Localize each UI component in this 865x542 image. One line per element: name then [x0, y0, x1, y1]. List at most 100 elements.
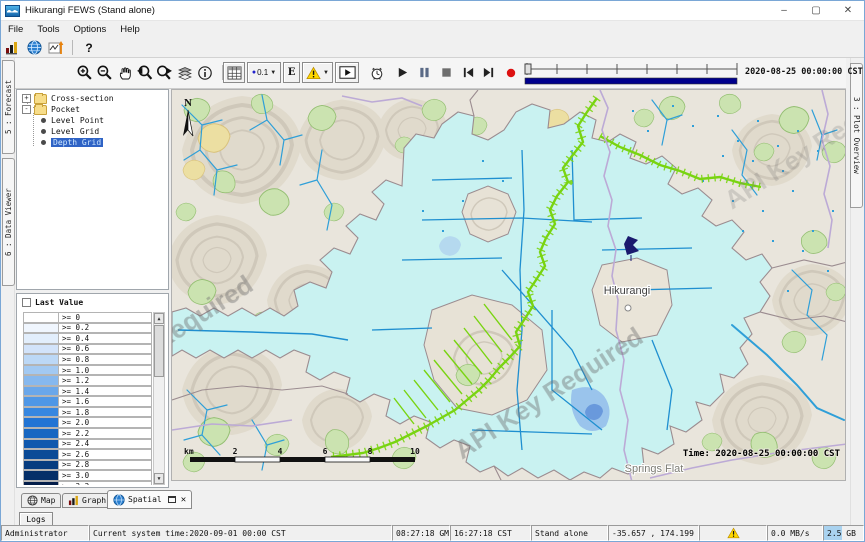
- legend-row[interactable]: >= 0.4: [23, 333, 152, 344]
- legend-color-swatch: [23, 481, 59, 485]
- main-toolbar: ?: [1, 38, 864, 58]
- legend-color-swatch: [23, 428, 59, 439]
- legend-color-swatch: [23, 354, 59, 365]
- status-gmt-time: 08:27:18 GMT: [392, 525, 450, 541]
- tree-node-label-selected: Depth Grid: [51, 138, 103, 147]
- layers-icon[interactable]: [175, 63, 194, 82]
- legend-color-swatch: [23, 470, 59, 481]
- info-icon[interactable]: [195, 63, 214, 82]
- svg-text:10: 10: [410, 447, 420, 456]
- database-status-icon[interactable]: [1, 39, 23, 57]
- scrollbar-thumb[interactable]: [154, 325, 164, 377]
- undock-icon[interactable]: [168, 496, 176, 503]
- legend-value: >= 1.8: [59, 407, 152, 418]
- legend-row[interactable]: >= 2.8: [23, 460, 152, 471]
- play-icon[interactable]: [393, 63, 412, 82]
- animation-clock-icon[interactable]: [367, 63, 386, 82]
- legend-row[interactable]: >= 2.4: [23, 439, 152, 450]
- legend-row[interactable]: >= 2.6: [23, 449, 152, 460]
- legend-color-swatch: [23, 386, 59, 397]
- legend-row[interactable]: >= 3.0: [23, 470, 152, 481]
- legend-scrollbar[interactable]: ▲ ▼: [153, 312, 165, 485]
- tab-spatial-active[interactable]: Spatial ✕: [107, 490, 192, 509]
- timeseries-chart-icon[interactable]: [45, 39, 67, 57]
- zoom-previous-icon[interactable]: [135, 63, 154, 82]
- tab-map-label: Map: [41, 496, 55, 505]
- maximize-button[interactable]: ▢: [800, 1, 832, 20]
- status-warning-cell[interactable]: [699, 525, 767, 541]
- legend-row[interactable]: >= 0: [23, 312, 152, 323]
- legend-value: >= 0: [59, 312, 152, 323]
- tree-node-level-grid[interactable]: Level Grid: [41, 126, 99, 137]
- legend-color-swatch: [23, 312, 59, 323]
- legend-color-swatch: [23, 375, 59, 386]
- time-slider[interactable]: [523, 60, 741, 92]
- legend-value: >= 0.4: [59, 333, 152, 344]
- map-display-icon[interactable]: [23, 39, 45, 57]
- status-memory: 2.5 GB: [823, 525, 864, 541]
- scalebar-button[interactable]: E: [283, 62, 300, 83]
- legend-color-swatch: [23, 449, 59, 460]
- legend-row[interactable]: >= 1.0: [23, 365, 152, 376]
- legend-value: >= 1.6: [59, 396, 152, 407]
- title-bar[interactable]: Hikurangi FEWS (Stand alone) – ▢ ✕: [1, 1, 864, 21]
- animation-player-button[interactable]: [335, 62, 359, 83]
- tab-plot-overview[interactable]: 3 : Plot Overview: [850, 63, 863, 208]
- current-timestep-label: 2020-08-25 00:00:00 CST: [745, 67, 863, 77]
- legend-value: >= 2.8: [59, 460, 152, 471]
- tab-map[interactable]: Map: [21, 493, 61, 508]
- legend-row[interactable]: >= 2.2: [23, 428, 152, 439]
- legend-color-swatch: [23, 460, 59, 471]
- close-button[interactable]: ✕: [832, 1, 864, 20]
- skip-to-end-icon[interactable]: [479, 63, 498, 82]
- tab-data-viewer[interactable]: 6 : Data Viewer: [2, 158, 15, 286]
- scroll-up-icon[interactable]: ▲: [154, 313, 164, 324]
- close-tab-icon[interactable]: ✕: [181, 495, 186, 505]
- menu-file[interactable]: File: [1, 21, 30, 38]
- minimize-button[interactable]: –: [768, 1, 800, 20]
- tab-spatial-label: Spatial: [128, 495, 162, 504]
- legend-row[interactable]: >= 1.8: [23, 407, 152, 418]
- tree-node-pocket[interactable]: - Pocket: [22, 104, 80, 115]
- pan-hand-icon[interactable]: [115, 63, 134, 82]
- map-canvas[interactable]: API Key Required API Key Required API Ke…: [171, 89, 846, 481]
- scroll-down-icon[interactable]: ▼: [154, 473, 164, 484]
- tree-node-cross-section[interactable]: + Cross-section: [22, 93, 114, 104]
- legend-row[interactable]: >= 1.2: [23, 375, 152, 386]
- legend-row[interactable]: >= 0.8: [23, 354, 152, 365]
- legend-row[interactable]: >= 1.6: [23, 396, 152, 407]
- tree-node-label: Cross-section: [51, 94, 114, 103]
- zoom-in-icon[interactable]: [75, 63, 94, 82]
- town-dot: [625, 305, 631, 311]
- map-time-label: Time: 2020-08-25 00:00:00 CST: [683, 448, 841, 459]
- legend-color-swatch: [23, 396, 59, 407]
- zoom-next-icon[interactable]: [155, 63, 174, 82]
- legend-row[interactable]: >= 2.0: [23, 417, 152, 428]
- grid-display-button[interactable]: [223, 62, 245, 83]
- menu-help[interactable]: Help: [113, 21, 147, 38]
- pause-icon[interactable]: [415, 63, 434, 82]
- record-icon[interactable]: [501, 63, 520, 82]
- legend-row[interactable]: >= 1.4: [23, 386, 152, 397]
- tree-node-level-point[interactable]: Level Point: [41, 115, 104, 126]
- contour-interval-dropdown[interactable]: ● 0.1 ▼: [247, 62, 281, 83]
- node-bullet-icon: [41, 129, 46, 134]
- expand-icon[interactable]: +: [22, 94, 31, 103]
- legend-row[interactable]: >= 0.6: [23, 344, 152, 355]
- legend-row[interactable]: >= 3.2: [23, 481, 152, 485]
- tab-graph[interactable]: Graph: [62, 493, 112, 508]
- skip-to-start-icon[interactable]: [459, 63, 478, 82]
- collapse-icon[interactable]: -: [22, 105, 31, 114]
- bar-chart-icon: [68, 495, 79, 506]
- menu-tools[interactable]: Tools: [30, 21, 66, 38]
- tab-forecast[interactable]: 5 : Forecast: [2, 60, 15, 154]
- status-bar: Administrator Current system time:2020-0…: [1, 525, 864, 541]
- warnings-dropdown-button[interactable]: ▼: [302, 62, 333, 83]
- tree-node-depth-grid[interactable]: Depth Grid: [41, 137, 103, 148]
- menu-options[interactable]: Options: [67, 21, 114, 38]
- legend-row[interactable]: >= 0.2: [23, 323, 152, 334]
- stop-icon[interactable]: [437, 63, 456, 82]
- zoom-out-icon[interactable]: [95, 63, 114, 82]
- help-icon[interactable]: ?: [78, 39, 100, 57]
- last-value-checkbox[interactable]: [22, 298, 31, 307]
